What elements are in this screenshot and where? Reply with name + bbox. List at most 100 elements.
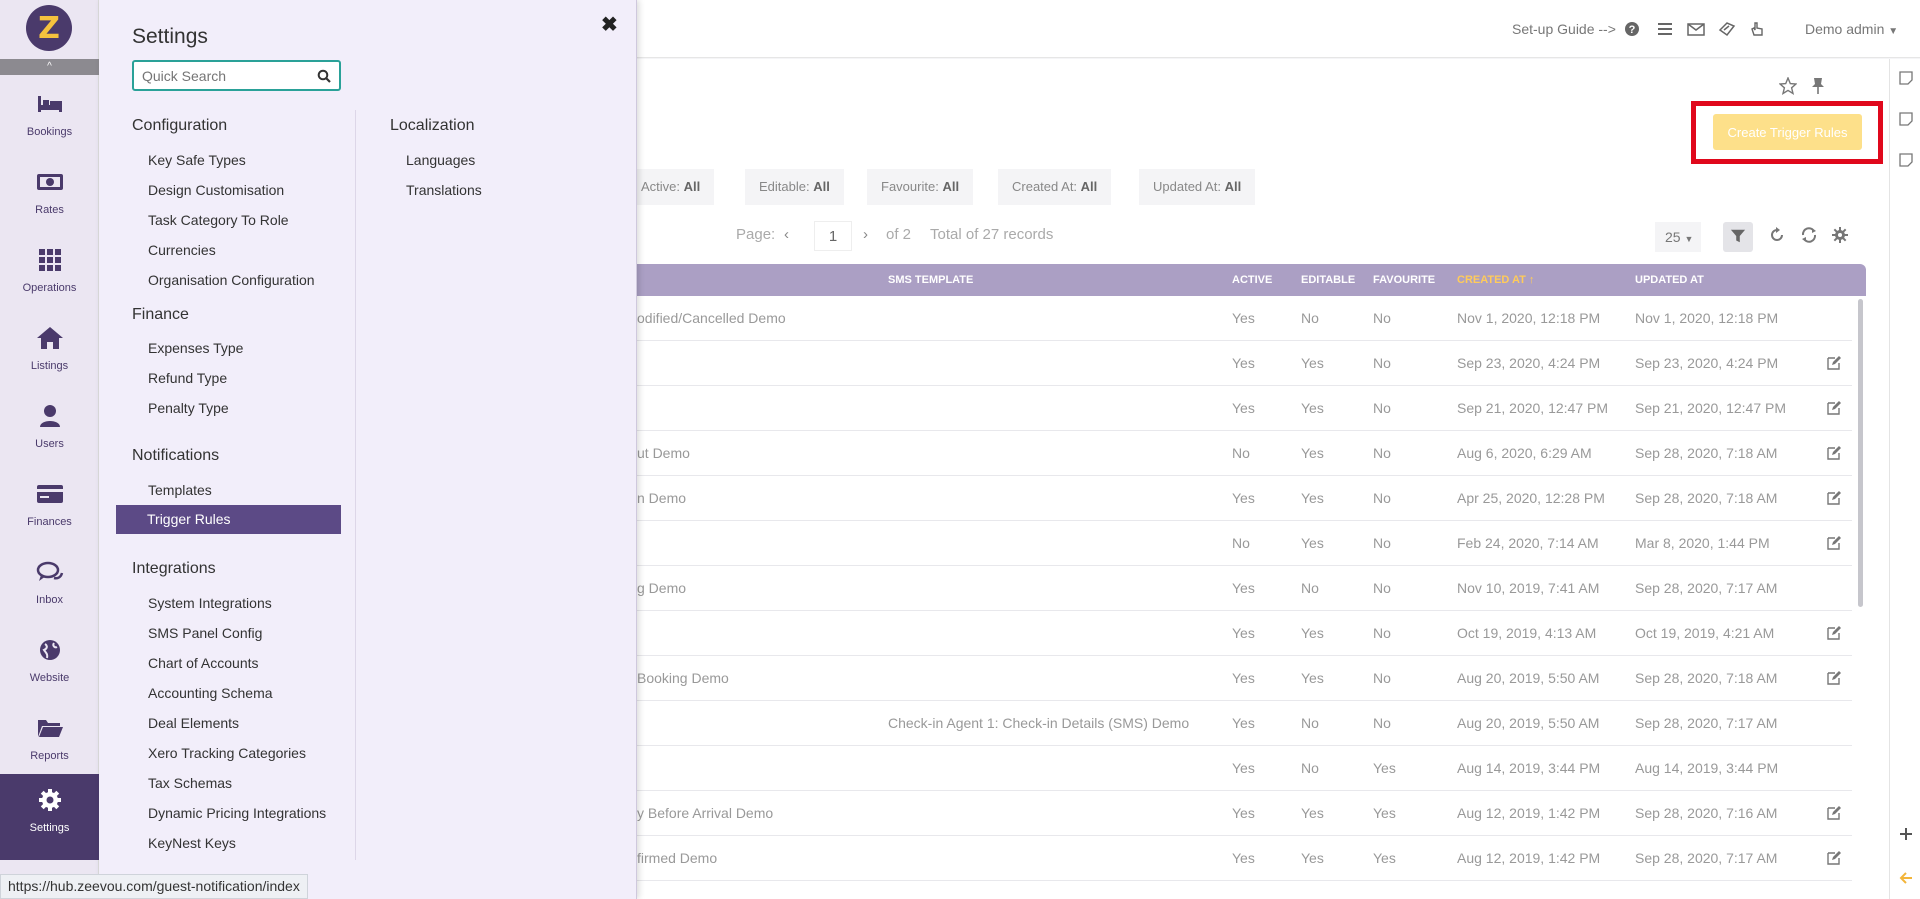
- pin-icon[interactable]: [1810, 77, 1826, 95]
- cell-updated: Sep 28, 2020, 7:17 AM: [1635, 715, 1778, 731]
- col-editable[interactable]: EDITABLE: [1301, 264, 1355, 296]
- refresh-icon[interactable]: [1768, 226, 1786, 244]
- table-row[interactable]: g Demo Yes No No Nov 10, 2019, 7:41 AM Sep 28…: [637, 566, 1852, 611]
- sidebar-item-website[interactable]: Website: [0, 624, 99, 702]
- link-system-integrations[interactable]: System Integrations: [148, 595, 272, 611]
- link-organisation-configuration[interactable]: Organisation Configuration: [148, 272, 315, 288]
- link-deal-elements[interactable]: Deal Elements: [148, 715, 239, 731]
- table-row[interactable]: Check-in Agent 1: Check-in Details (SMS)…: [637, 701, 1852, 746]
- per-page-select[interactable]: 25 ▼: [1655, 222, 1701, 252]
- link-design-customisation[interactable]: Design Customisation: [148, 182, 284, 198]
- cell-updated: Sep 28, 2020, 7:18 AM: [1635, 670, 1778, 686]
- note-icon[interactable]: [1899, 71, 1913, 85]
- table-row[interactable]: Yes Yes No Sep 21, 2020, 12:47 PM Sep 21, 20…: [637, 386, 1852, 431]
- sidebar-item-settings[interactable]: Settings: [0, 774, 99, 860]
- create-trigger-rules-button[interactable]: Create Trigger Rules: [1713, 114, 1862, 150]
- filter-toggle-button[interactable]: [1723, 222, 1753, 252]
- table-row[interactable]: firmed Demo Yes Yes Yes Aug 12, 2019, 1:42 P…: [637, 836, 1852, 881]
- col-sms-template[interactable]: SMS TEMPLATE: [888, 264, 973, 296]
- link-expenses-type[interactable]: Expenses Type: [148, 340, 243, 356]
- filter-updated-at[interactable]: Updated At: All: [1139, 169, 1256, 205]
- page-number-input[interactable]: 1: [814, 221, 852, 251]
- arrow-left-icon[interactable]: [1899, 871, 1913, 885]
- table-row[interactable]: odified/Cancelled Demo Yes No No Nov 1, 2020…: [637, 296, 1852, 341]
- plus-icon[interactable]: [1899, 827, 1913, 841]
- quick-search: [132, 60, 341, 91]
- zeevou-logo[interactable]: Z: [26, 5, 72, 51]
- link-currencies[interactable]: Currencies: [148, 242, 216, 258]
- cell-favourite: No: [1373, 715, 1391, 731]
- link-sms-panel-config[interactable]: SMS Panel Config: [148, 625, 262, 641]
- table-scrollbar[interactable]: [1858, 299, 1863, 607]
- table-row[interactable]: y Before Arrival Demo Yes Yes Yes Aug 12, 20…: [637, 791, 1852, 836]
- next-page-icon[interactable]: ›: [863, 226, 868, 243]
- link-keynest-keys[interactable]: KeyNest Keys: [148, 835, 236, 851]
- edit-icon[interactable]: [1826, 355, 1842, 371]
- sidebar-item-inbox[interactable]: Inbox: [0, 546, 99, 624]
- edit-icon[interactable]: [1826, 535, 1842, 551]
- user-menu[interactable]: Demo admin ▼: [1805, 21, 1898, 37]
- edit-icon[interactable]: [1826, 625, 1842, 641]
- table-row[interactable]: ut Demo No Yes No Aug 6, 2020, 6:29 AM Sep 28…: [637, 431, 1852, 476]
- note-icon[interactable]: [1899, 112, 1913, 126]
- link-key-safe-types[interactable]: Key Safe Types: [148, 152, 246, 168]
- link-refund-type[interactable]: Refund Type: [148, 370, 227, 386]
- quick-search-input[interactable]: [134, 62, 304, 89]
- filter-created-at[interactable]: Created At: All: [998, 169, 1112, 205]
- link-trigger-rules[interactable]: Trigger Rules: [116, 505, 341, 534]
- sidebar-item-reports[interactable]: Reports: [0, 702, 99, 780]
- edit-icon[interactable]: [1826, 490, 1842, 506]
- table-row[interactable]: Yes Yes No Sep 23, 2020, 4:24 PM Sep 23, 202…: [637, 341, 1852, 386]
- link-translations[interactable]: Translations: [406, 182, 482, 198]
- link-penalty-type[interactable]: Penalty Type: [148, 400, 229, 416]
- sidebar-item-rates[interactable]: Rates: [0, 156, 99, 234]
- sidebar-item-listings[interactable]: Listings: [0, 312, 99, 390]
- link-tax-schemas[interactable]: Tax Schemas: [148, 775, 232, 791]
- link-accounting-schema[interactable]: Accounting Schema: [148, 685, 273, 701]
- edit-icon[interactable]: [1826, 670, 1842, 686]
- link-task-category-to-role[interactable]: Task Category To Role: [148, 212, 289, 228]
- star-icon[interactable]: [1779, 77, 1797, 95]
- sidebar-item-finances[interactable]: Finances: [0, 468, 99, 546]
- col-updated-at[interactable]: UPDATED AT: [1635, 264, 1704, 296]
- search-icon[interactable]: [317, 69, 331, 83]
- cell-editable: Yes: [1301, 850, 1324, 866]
- sidebar-item-users[interactable]: Users: [0, 390, 99, 468]
- link-dynamic-pricing-integrations[interactable]: Dynamic Pricing Integrations: [148, 805, 326, 821]
- prev-page-icon[interactable]: ‹: [784, 226, 789, 243]
- sidebar-item-operations[interactable]: Operations: [0, 234, 99, 312]
- col-active[interactable]: ACTIVE: [1232, 264, 1272, 296]
- help-icon[interactable]: ?: [1623, 21, 1641, 37]
- edit-icon[interactable]: [1826, 445, 1842, 461]
- table-row[interactable]: Yes No Yes Aug 14, 2019, 3:44 PM Aug 14, 201…: [637, 746, 1852, 791]
- envelope-icon[interactable]: [1687, 21, 1705, 37]
- note-icon[interactable]: [1899, 153, 1913, 167]
- col-favourite[interactable]: FAVOURITE: [1373, 264, 1435, 296]
- sync-icon[interactable]: [1800, 226, 1818, 244]
- col-created-at[interactable]: CREATED AT ↑: [1457, 264, 1534, 296]
- table-row[interactable]: Booking Demo Yes Yes No Aug 20, 2019, 5:50 A…: [637, 656, 1852, 701]
- cell-active: Yes: [1232, 760, 1255, 776]
- collapse-up-icon[interactable]: ^: [0, 59, 99, 75]
- link-languages[interactable]: Languages: [406, 152, 475, 168]
- gear-icon[interactable]: [1831, 226, 1849, 244]
- filter-editable[interactable]: Editable: All: [745, 169, 844, 205]
- filter-active[interactable]: Active: All: [637, 169, 715, 205]
- hand-pointer-icon[interactable]: [1748, 21, 1766, 37]
- edit-icon[interactable]: [1826, 850, 1842, 866]
- sidebar-item-bookings[interactable]: Bookings: [0, 78, 99, 156]
- filter-favourite[interactable]: Favourite: All: [867, 169, 974, 205]
- table-row[interactable]: n Demo Yes Yes No Apr 25, 2020, 12:28 PM Sep …: [637, 476, 1852, 521]
- list-icon[interactable]: [1656, 21, 1674, 37]
- setup-guide-link[interactable]: Set-up Guide -->: [1512, 21, 1616, 37]
- cell-active: Yes: [1232, 310, 1255, 326]
- table-row[interactable]: No Yes No Feb 24, 2020, 7:14 AM Mar 8, 2020,…: [637, 521, 1852, 566]
- edit-icon[interactable]: [1826, 805, 1842, 821]
- link-chart-of-accounts[interactable]: Chart of Accounts: [148, 655, 259, 671]
- table-row[interactable]: Yes Yes No Oct 19, 2019, 4:13 AM Oct 19, 201…: [637, 611, 1852, 656]
- edit-icon[interactable]: [1826, 400, 1842, 416]
- link-templates[interactable]: Templates: [148, 482, 212, 498]
- tickets-icon[interactable]: [1718, 21, 1736, 37]
- link-xero-tracking-categories[interactable]: Xero Tracking Categories: [148, 745, 306, 761]
- close-icon[interactable]: ✖: [601, 12, 618, 37]
